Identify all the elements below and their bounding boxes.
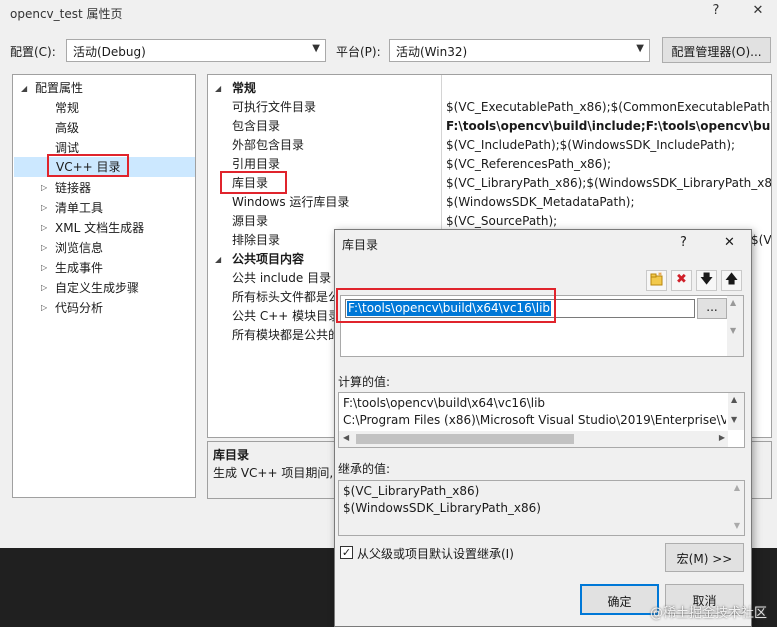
section-general[interactable]: ◢ 常规 [208, 79, 771, 98]
scrollbar-horizontal[interactable]: ◀ ▶ [339, 431, 728, 447]
description-title: 库目录 [213, 448, 250, 462]
scroll-up-icon[interactable]: ▲ [731, 395, 737, 404]
scroll-down-icon[interactable]: ▼ [730, 326, 736, 335]
chevron-down-icon: ▼ [312, 43, 320, 54]
property-row[interactable]: Windows 运行库目录 $(WindowsSDK_MetadataPath); [208, 193, 771, 212]
property-row[interactable]: 可执行文件目录 $(VC_ExecutablePath_x86);$(Common… [208, 98, 771, 117]
collapsed-triangle-icon: ▷ [41, 243, 48, 252]
computed-values-label: 计算的值: [338, 375, 391, 389]
highlight-box-vc-directories [47, 154, 129, 177]
config-dropdown[interactable]: 活动(Debug) ▼ [66, 39, 326, 62]
tree-item-custom-build-step[interactable]: ▷ 自定义生成步骤 [41, 278, 139, 298]
highlight-box-library-directories [220, 171, 287, 194]
platform-dropdown[interactable]: 活动(Win32) ▼ [389, 39, 650, 62]
collapsed-triangle-icon: ▷ [41, 183, 48, 192]
property-row[interactable]: 包含目录 F:\tools\opencv\build\include;F:\too… [208, 117, 771, 136]
tree-item-browse-information[interactable]: ▷ 浏览信息 [41, 238, 103, 258]
inherited-values-box: $(VC_LibraryPath_x86) $(WindowsSDK_Libra… [338, 480, 745, 536]
help-icon[interactable]: ? [706, 3, 726, 18]
description-text: 生成 VC++ 项目期间, [213, 466, 334, 480]
inherited-line: $(VC_LibraryPath_x86) [343, 484, 480, 498]
macros-button[interactable]: 宏(M) >> [665, 543, 744, 572]
tree-panel: ◢ 配置属性 常规 高级 调试 VC++ 目录 ▷ 链接器 ▷ 清单工具 ▷ X… [12, 74, 196, 498]
help-icon[interactable]: ? [680, 235, 687, 250]
move-down-icon[interactable]: 🡇 [696, 270, 717, 291]
tree-item-build-events[interactable]: ▷ 生成事件 [41, 258, 103, 278]
scroll-up-icon[interactable]: ▲ [730, 298, 736, 307]
close-icon[interactable]: ✕ [724, 235, 735, 250]
highlight-box-entry [336, 288, 556, 323]
expanded-triangle-icon: ◢ [215, 255, 222, 264]
ok-button[interactable]: 确定 [580, 584, 659, 615]
scroll-left-icon[interactable]: ◀ [343, 433, 349, 442]
computed-line: C:\Program Files (x86)\Microsoft Visual … [343, 413, 726, 427]
tree-item-code-analysis[interactable]: ▷ 代码分析 [41, 298, 103, 318]
close-icon[interactable]: ✕ [748, 3, 768, 18]
delete-icon[interactable]: ✖ [671, 270, 692, 291]
inherit-checkbox[interactable]: ✓ [340, 546, 353, 559]
collapsed-triangle-icon: ▷ [41, 283, 48, 292]
property-row[interactable]: 外部包含目录 $(VC_IncludePath);$(WindowsSDK_Inc… [208, 136, 771, 155]
tree-item-general[interactable]: 常规 [55, 98, 79, 118]
chevron-down-icon: ▼ [636, 43, 644, 54]
inherited-values-label: 继承的值: [338, 462, 391, 476]
scrollbar-vertical[interactable]: ▲ ▼ [727, 296, 743, 356]
platform-value: 活动(Win32) [396, 45, 468, 59]
tree-item-linker[interactable]: ▷ 链接器 [41, 178, 91, 198]
new-line-icon[interactable]: * [646, 270, 667, 291]
collapsed-triangle-icon: ▷ [41, 223, 48, 232]
config-manager-button[interactable]: 配置管理器(O)... [662, 37, 771, 63]
computed-values-box[interactable]: F:\tools\opencv\build\x64\vc16\lib C:\Pr… [338, 392, 745, 448]
tree-item-advanced[interactable]: 高级 [55, 118, 79, 138]
browse-button[interactable]: ... [697, 298, 727, 319]
move-up-icon[interactable]: 🡅 [721, 270, 742, 291]
platform-label: 平台(P): [336, 45, 381, 59]
collapsed-triangle-icon: ▷ [41, 303, 48, 312]
scroll-down-icon[interactable]: ▼ [731, 415, 737, 424]
tree-item-manifest-tool[interactable]: ▷ 清单工具 [41, 198, 103, 218]
config-label: 配置(C): [10, 45, 56, 59]
collapsed-triangle-icon: ▷ [41, 263, 48, 272]
watermark: @稀土掘金技术社区 [650, 606, 768, 621]
inherit-checkbox-label[interactable]: 从父级或项目默认设置继承(I) [357, 545, 514, 562]
scroll-right-icon[interactable]: ▶ [719, 433, 725, 442]
window-title: opencv_test 属性页 [10, 7, 123, 21]
computed-line: F:\tools\opencv\build\x64\vc16\lib [343, 396, 546, 410]
tree-root[interactable]: ◢ 配置属性 [21, 78, 83, 98]
property-row[interactable]: 引用目录 $(VC_ReferencesPath_x86); [208, 155, 771, 174]
expanded-triangle-icon: ◢ [215, 84, 222, 93]
tree-item-xml-doc-generator[interactable]: ▷ XML 文档生成器 [41, 218, 144, 238]
property-row-library-directories[interactable]: 库目录 $(VC_LibraryPath_x86);$(WindowsSDK_Li… [208, 174, 771, 193]
scroll-down-icon: ▼ [733, 521, 740, 530]
scrollbar-vertical[interactable]: ▲ ▼ [728, 393, 744, 430]
dialog-title: 库目录 [342, 238, 379, 252]
inherited-line: $(WindowsSDK_LibraryPath_x86) [343, 501, 541, 515]
svg-text:*: * [658, 271, 662, 280]
scroll-up-icon: ▲ [733, 483, 740, 492]
expanded-triangle-icon: ◢ [21, 84, 28, 93]
config-value: 活动(Debug) [73, 45, 146, 59]
collapsed-triangle-icon: ▷ [41, 203, 48, 212]
scrollbar-thumb[interactable] [356, 434, 574, 444]
